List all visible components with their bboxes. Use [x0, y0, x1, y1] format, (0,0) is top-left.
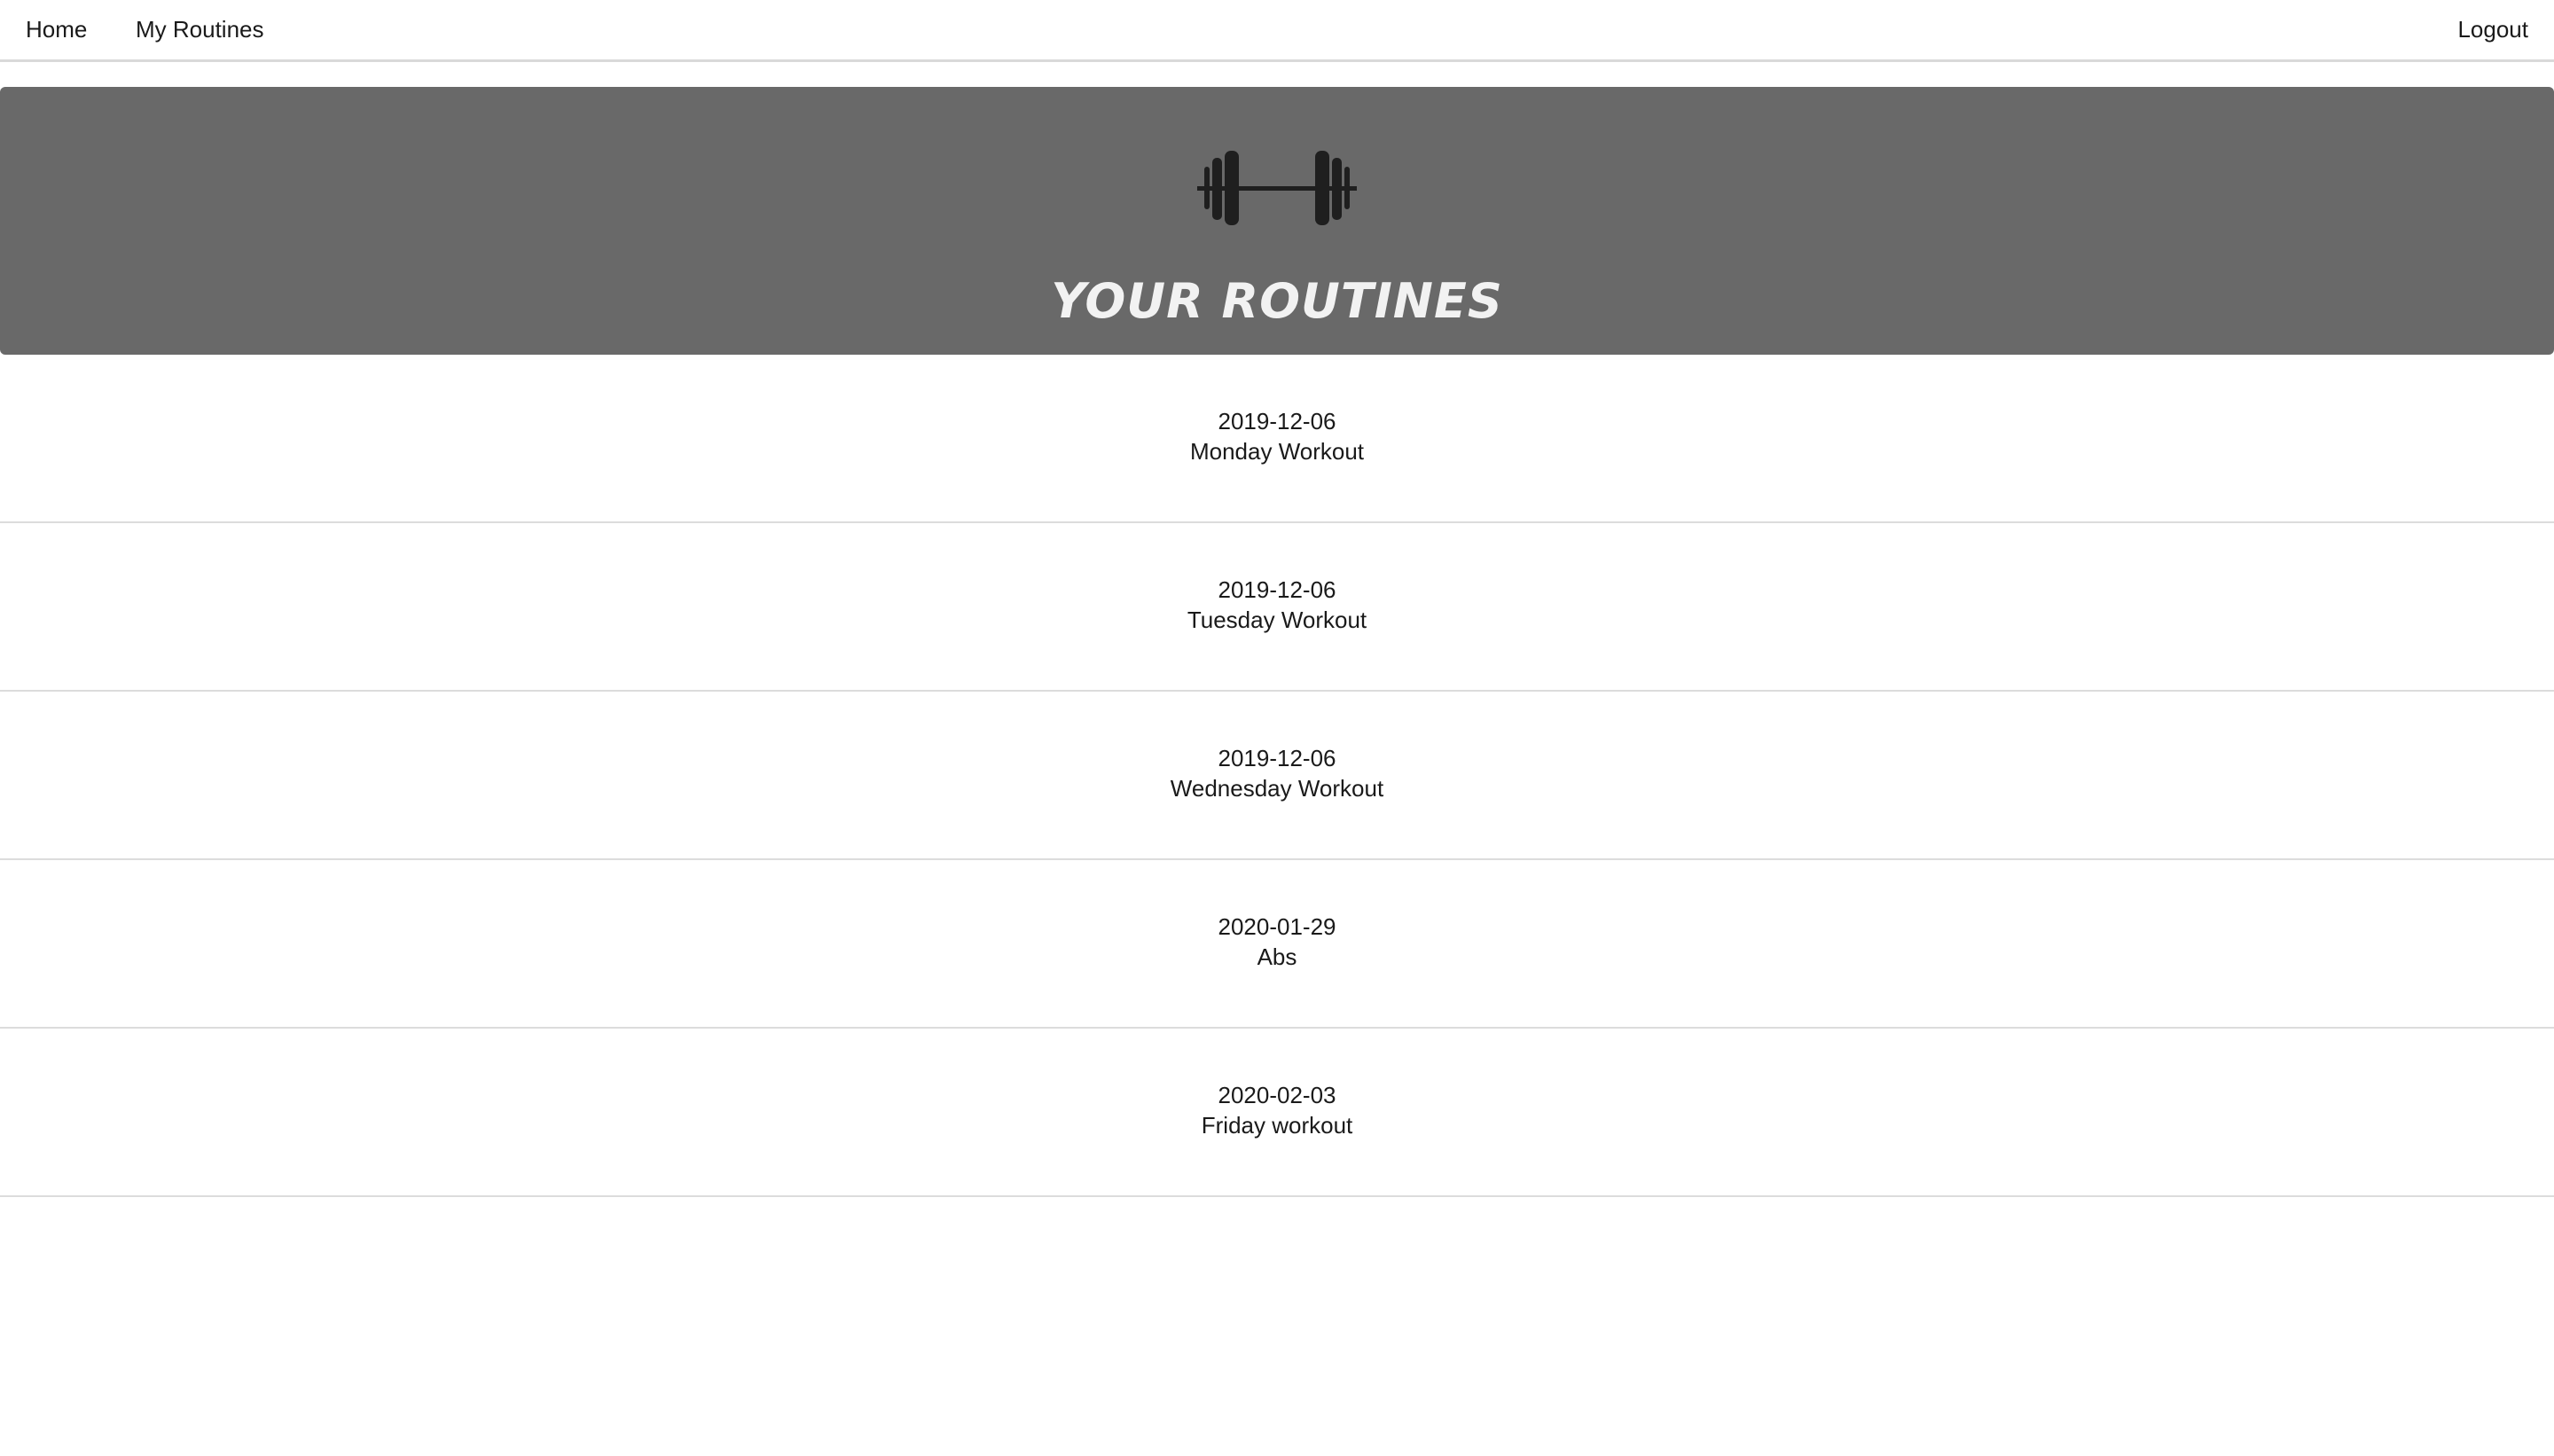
routine-name: Monday Workout — [1189, 438, 1365, 465]
routine-item[interactable]: 2020-02-03 Friday workout — [0, 1029, 2554, 1197]
routine-item[interactable]: 2019-12-06 Wednesday Workout — [0, 692, 2554, 860]
routine-date: 2019-12-06 — [1218, 745, 1336, 771]
routine-name: Tuesday Workout — [1187, 607, 1367, 633]
routine-name: Abs — [1257, 943, 1297, 970]
nav-my-routines-link[interactable]: My Routines — [136, 0, 264, 59]
nav-home-link[interactable]: Home — [26, 0, 87, 59]
hero-banner: YOUR ROUTINES — [0, 87, 2554, 355]
routine-item[interactable]: 2019-12-06 Tuesday Workout — [0, 523, 2554, 692]
routine-date: 2020-02-03 — [1218, 1082, 1336, 1108]
nav-logout-link[interactable]: Logout — [2457, 0, 2528, 59]
dumbbell-icon — [1197, 151, 1357, 225]
routine-date: 2019-12-06 — [1218, 576, 1336, 603]
routine-date: 2020-01-29 — [1218, 913, 1336, 940]
routine-name: Wednesday Workout — [1170, 775, 1384, 802]
routine-item[interactable]: 2019-12-06 Monday Workout — [0, 355, 2554, 523]
routine-item[interactable]: 2020-01-29 Abs — [0, 860, 2554, 1029]
top-navbar: Home My Routines Logout — [0, 0, 2554, 62]
page-title: YOUR ROUTINES — [1051, 273, 1503, 329]
routine-list: 2019-12-06 Monday Workout 2019-12-06 Tue… — [0, 355, 2554, 1197]
routine-date: 2019-12-06 — [1218, 408, 1336, 434]
routine-name: Friday workout — [1201, 1112, 1353, 1139]
